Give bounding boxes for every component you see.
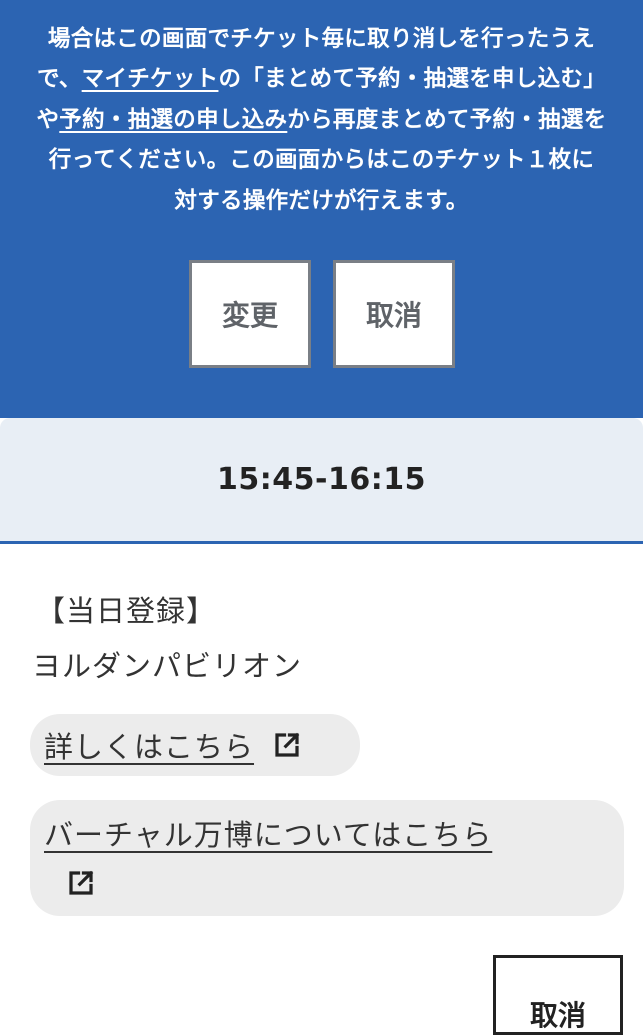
my-ticket-link[interactable]: マイチケット [82, 66, 219, 92]
notice-text-fragment: から再度まとめて予約・抽選を [287, 106, 607, 133]
notice-line-5: 対する操作だけが行えます。 [174, 187, 469, 214]
notice-line-4: 行ってください。この画面からはこのチケット１枚に [48, 147, 595, 173]
notice-line-2: で、マイチケットの「まとめて予約・抽選を申し込む」 [0, 59, 643, 100]
reservation-application-link[interactable]: 予約・抽選の申し込み [59, 107, 287, 133]
notice-text-fragment: で、 [36, 66, 82, 92]
details-link-label: 詳しくはこちら [44, 730, 255, 764]
change-button[interactable]: 変更 [189, 260, 311, 368]
external-link-icon [66, 868, 96, 898]
notice-line-0 [0, 0, 643, 19]
time-slot-header: 15:45-16:15 [0, 418, 643, 544]
action-buttons: 変更 取消 [189, 260, 455, 368]
virtual-expo-link[interactable]: バーチャル万博についてはこちら [30, 800, 624, 916]
notice-text-fragment: や [36, 106, 60, 133]
notice-text: 場合はこの画面でチケット毎に取り消しを行ったうえ で、マイチケットの「まとめて予… [0, 0, 643, 221]
details-link[interactable]: 詳しくはこちら [30, 714, 360, 776]
external-link-icon [272, 730, 302, 760]
registration-category: 【当日登録】 [36, 594, 217, 628]
notice-panel: 場合はこの画面でチケット毎に取り消しを行ったうえ で、マイチケットの「まとめて予… [0, 0, 643, 418]
notice-line-1: 場合はこの画面でチケット毎に取り消しを行ったうえ [47, 25, 596, 52]
pavilion-name: ヨルダンパビリオン [32, 649, 303, 683]
notice-text-fragment: の「まとめて予約・抽選を申し込む」 [218, 66, 607, 92]
virtual-expo-link-label: バーチャル万博についてはこちら [44, 818, 493, 852]
time-slot-label: 15:45-16:15 [217, 462, 426, 497]
cancel-all-button[interactable]: 取消 [333, 260, 455, 368]
notice-line-3: や予約・抽選の申し込みから再度まとめて予約・抽選を [0, 100, 643, 141]
cancel-ticket-button[interactable]: 取消 [493, 955, 623, 1035]
